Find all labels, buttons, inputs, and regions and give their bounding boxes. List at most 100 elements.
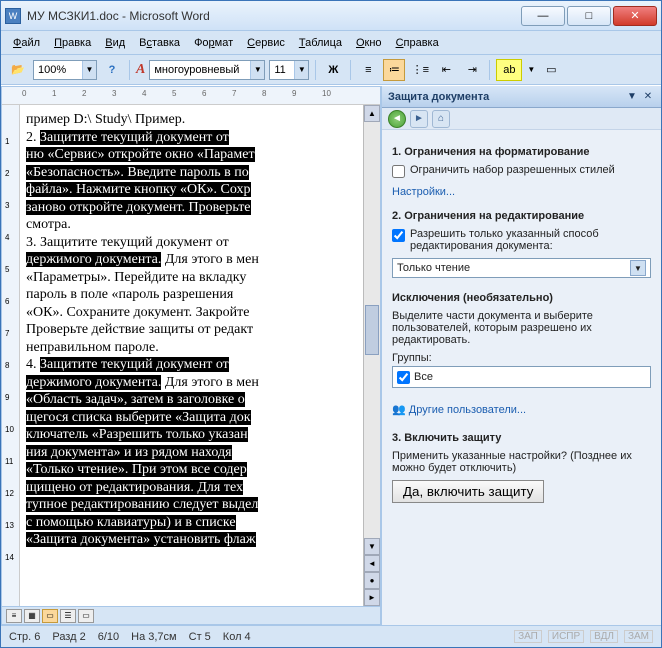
chevron-down-icon[interactable]: ▼ (250, 61, 264, 79)
doc-line[interactable]: ключатель «Разрешить только указан (26, 426, 353, 444)
main-area: 012345678910 1234567891011121314 пример … (1, 85, 661, 625)
section-heading: 1. Ограничения на форматирование (392, 146, 651, 158)
bold-icon[interactable]: Ж (322, 59, 344, 81)
doc-line[interactable]: «Область задач», затем в заголовке о (26, 391, 353, 409)
doc-line[interactable]: держимого документа. Для этого в мен (26, 374, 353, 392)
restrict-editing-checkbox[interactable]: Разрешить только указанный способ редакт… (392, 228, 651, 252)
doc-line[interactable]: «Только чтение». При этом все содер (26, 461, 353, 479)
restrict-formatting-checkbox[interactable]: Ограничить набор разрешенных стилей (392, 164, 651, 178)
nav-home-icon[interactable]: ⌂ (432, 110, 450, 128)
bullet-list-icon[interactable]: ⋮≡ (409, 59, 431, 81)
doc-line[interactable]: неправильном пароле. (26, 339, 353, 357)
status-indicator[interactable]: ВДЛ (590, 630, 618, 643)
menu-правка[interactable]: Правка (48, 34, 97, 52)
normal-view-button[interactable]: ≡ (6, 609, 22, 623)
status-indicator[interactable]: ИСПР (548, 630, 584, 643)
status-indicator[interactable]: ЗАМ (624, 630, 653, 643)
doc-line[interactable]: тупное редактированию следует выдел (26, 496, 353, 514)
zoom-combo[interactable]: ▼ (33, 60, 97, 80)
menu-справка[interactable]: Справка (390, 34, 445, 52)
editing-mode-select[interactable]: Только чтение ▼ (392, 258, 651, 278)
menu-вставка[interactable]: Вставка (133, 34, 186, 52)
scroll-thumb[interactable] (365, 305, 379, 355)
doc-line[interactable]: 2. Защитите текущий документ от (26, 129, 353, 147)
highlight-icon[interactable]: ab (496, 59, 522, 81)
doc-line[interactable]: щегося списка выберите «Защита док (26, 409, 353, 427)
style-input[interactable] (150, 61, 250, 79)
browse-object-icon[interactable]: ● (364, 572, 380, 589)
font-size-input[interactable] (270, 61, 294, 79)
numbered-list-icon[interactable]: ≔ (383, 59, 405, 81)
decrease-indent-icon[interactable]: ⇤ (435, 59, 457, 81)
menubar: ФайлПравкаВидВставкаФорматСервисТаблицаО… (1, 31, 661, 55)
next-page-icon[interactable]: ► (364, 589, 380, 606)
scroll-up-icon[interactable]: ▲ (364, 105, 380, 122)
doc-line[interactable]: «Безопасность». Введите пароль в по (26, 164, 353, 182)
menu-файл[interactable]: Файл (7, 34, 46, 52)
doc-line[interactable]: заново откройте документ. Проверьте (26, 199, 353, 217)
chevron-down-icon[interactable]: ▼ (630, 260, 646, 276)
align-left-icon[interactable]: ≡ (357, 59, 379, 81)
maximize-button[interactable]: □ (567, 6, 611, 26)
doc-line[interactable]: «Параметры». Перейдите на вкладку (26, 269, 353, 287)
help-icon[interactable]: ? (101, 59, 123, 81)
chevron-down-icon[interactable]: ▼ (294, 61, 308, 79)
nav-back-icon[interactable]: ◄ (388, 110, 406, 128)
menu-вид[interactable]: Вид (99, 34, 131, 52)
doc-line[interactable]: файла». Нажмите кнопку «ОК». Сохр (26, 181, 353, 199)
section-heading: 2. Ограничения на редактирование (392, 210, 651, 222)
reading-view-button[interactable]: ▭ (78, 609, 94, 623)
scroll-down-icon[interactable]: ▼ (364, 538, 380, 555)
horizontal-ruler[interactable]: 012345678910 (2, 87, 380, 105)
menu-формат[interactable]: Формат (188, 34, 239, 52)
doc-line[interactable]: Проверьте действие защиты от редакт (26, 321, 353, 339)
doc-line[interactable]: «Защита документа» установить флаж (26, 531, 353, 549)
doc-line[interactable]: пример D:\ Study\ Пример. (26, 111, 353, 129)
doc-line[interactable]: пароль в поле «пароль разрешения (26, 286, 353, 304)
users-icon (392, 404, 406, 416)
groups-list[interactable]: Все (392, 366, 651, 388)
chevron-down-icon[interactable]: ▼ (82, 61, 96, 79)
apply-description: Применить указанные настройки? (Позднее … (392, 450, 651, 474)
prev-page-icon[interactable]: ◄ (364, 555, 380, 572)
status-indicator[interactable]: ЗАП (514, 630, 542, 643)
doc-line[interactable]: «ОК». Сохраните документ. Закройте (26, 304, 353, 322)
status-line: Ст 5 (189, 631, 211, 643)
doc-line[interactable]: 3. Защитите текущий документ от (26, 234, 353, 252)
doc-line[interactable]: держимого документа. Для этого в мен (26, 251, 353, 269)
doc-line[interactable]: 4. Защитите текущий документ от (26, 356, 353, 374)
pane-close-icon[interactable]: ✕ (641, 90, 655, 104)
minimize-button[interactable]: — (521, 6, 565, 26)
open-icon[interactable]: 📂 (7, 59, 29, 81)
statusbar: Стр. 6 Разд 2 6/10 На 3,7см Ст 5 Кол 4 З… (1, 625, 661, 647)
group-all-checkbox[interactable] (397, 371, 410, 384)
enable-protection-button[interactable]: Да, включить защиту (392, 480, 544, 503)
outline-view-button[interactable]: ☰ (60, 609, 76, 623)
settings-link[interactable]: Настройки... (392, 186, 455, 198)
font-size-combo[interactable]: ▼ (269, 60, 309, 80)
vertical-ruler[interactable]: 1234567891011121314 (2, 105, 20, 606)
zoom-input[interactable] (34, 61, 82, 79)
document-page[interactable]: пример D:\ Study\ Пример. 2. Защитите те… (20, 105, 363, 606)
style-combo[interactable]: ▼ (149, 60, 265, 80)
print-view-button[interactable]: ▭ (42, 609, 58, 623)
doc-line[interactable]: смотра. (26, 216, 353, 234)
groups-label: Группы: (392, 352, 651, 364)
other-users-link[interactable]: Другие пользователи... (409, 404, 526, 416)
doc-line[interactable]: с помощью клавиатуры) и в списке (26, 514, 353, 532)
nav-forward-icon[interactable]: ► (410, 110, 428, 128)
doc-line[interactable]: ния документа» и из рядом находя (26, 444, 353, 462)
reading-layout-icon[interactable]: ▭ (540, 59, 562, 81)
increase-indent-icon[interactable]: ⇥ (461, 59, 483, 81)
pane-menu-icon[interactable]: ▼ (625, 90, 639, 104)
vertical-scrollbar[interactable]: ▲ ▼ ◄ ● ► (363, 105, 380, 606)
doc-line[interactable]: ню «Сервис» откройте окно «Парамет (26, 146, 353, 164)
chevron-down-icon[interactable]: ▼ (526, 59, 536, 81)
web-view-button[interactable]: ▦ (24, 609, 40, 623)
titlebar: W МУ МСЗКИ1.doc - Microsoft Word — □ ✕ (1, 1, 661, 31)
doc-line[interactable]: щищено от редактирования. Для тех (26, 479, 353, 497)
menu-таблица[interactable]: Таблица (293, 34, 348, 52)
menu-сервис[interactable]: Сервис (241, 34, 291, 52)
menu-окно[interactable]: Окно (350, 34, 388, 52)
close-button[interactable]: ✕ (613, 6, 657, 26)
